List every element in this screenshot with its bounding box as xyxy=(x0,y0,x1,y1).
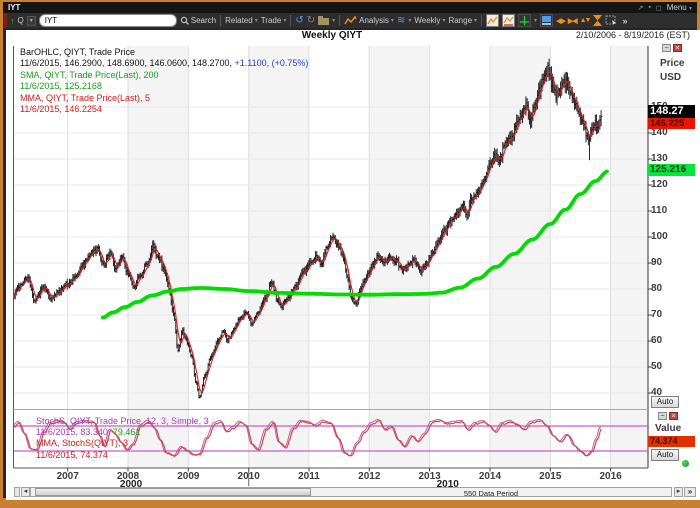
legend-text: 79.461 xyxy=(112,427,141,438)
legend-text: 11/6/2015, 125.2168 xyxy=(20,81,102,92)
sma-price-label: 125.216 xyxy=(648,164,695,176)
chart-date-range: 2/10/2006 - 8/19/2016 (EST) xyxy=(575,30,690,40)
year-label: 2011 xyxy=(298,471,320,482)
legend-line: 11/6/2015, 74.374 xyxy=(36,450,108,460)
price-tick-label: 90 xyxy=(651,257,663,268)
status-dot xyxy=(682,460,689,467)
year-label: 2012 xyxy=(358,471,381,482)
legend-line: 11/6/2015, 146.2254 xyxy=(20,104,102,114)
price-tick-label: 80 xyxy=(651,283,663,294)
stoch-axis-auto-button[interactable]: Auto xyxy=(651,449,679,461)
legend-line: MMA, StochS(QIYT), 3 xyxy=(36,438,128,448)
price-tick-label: 120 xyxy=(651,179,668,190)
legend-text: MMA, QIYT, Trade Price(Last), 5 xyxy=(20,92,151,103)
legend-text: 11/6/2015, 146.2900, 148.6900, 146.0600,… xyxy=(20,58,235,69)
year-label: 2015 xyxy=(539,471,562,482)
minimize-icon[interactable]: − xyxy=(658,412,667,420)
price-tick-label: 70 xyxy=(651,309,663,320)
price-axis-unit: USD xyxy=(660,72,682,83)
scrollbar-splitter[interactable] xyxy=(14,487,20,497)
year-label: 2010 xyxy=(237,471,260,482)
legend-line: 11/6/2015, 146.2900, 148.6900, 146.0600,… xyxy=(20,58,308,68)
price-axis-title: Price xyxy=(660,58,685,69)
legend-text: 11/6/2015, 83.340, xyxy=(36,427,113,438)
stoch-value-label: 74.374 xyxy=(648,436,695,447)
close-icon[interactable]: × xyxy=(673,44,682,52)
legend-text: BarOHLC, QIYT, Trade Price xyxy=(20,47,136,57)
legend-line: BarOHLC, QIYT, Trade Price xyxy=(20,47,135,57)
value-axis-title: Value xyxy=(655,423,682,434)
price-tick-label: 60 xyxy=(651,335,663,346)
price-tick-label: 100 xyxy=(651,231,668,242)
legend-line: SMA, QIYT, Trade Price(Last), 200 xyxy=(20,70,159,80)
legend-line: MMA, QIYT, Trade Price(Last), 5 xyxy=(20,93,150,103)
scrollbar-track[interactable]: 550 Data Period xyxy=(30,487,672,498)
scrollbar-label: 550 Data Period xyxy=(463,489,519,498)
scrollbar-thumb[interactable] xyxy=(35,488,311,496)
mma-price-label: 146.225 xyxy=(648,118,695,129)
year-label: 2007 xyxy=(56,471,79,482)
chart-title: Weekly QIYT xyxy=(301,30,363,41)
legend-text: +1.1100, (+0.75%) xyxy=(234,58,309,69)
terminal-window: IYT ↗ ▪ ◻ Menu ▾ ↑ Q ▾ Search Re xyxy=(0,0,700,508)
legend-text: 11/6/2015, 74.374 xyxy=(36,449,108,460)
legend-line: 11/6/2015, 125.2168 xyxy=(20,81,102,91)
price-tick-label: 130 xyxy=(651,153,668,164)
price-tick-label: 50 xyxy=(651,361,663,372)
legend-line: 11/6/2015, 83.340, 79.461 xyxy=(36,427,140,437)
scroll-right-icon[interactable]: ▸ xyxy=(674,487,683,497)
legend-text: StochS, QIYT, Trade Price, 12, 3, Simple… xyxy=(36,416,209,426)
minimize-icon[interactable]: − xyxy=(662,44,671,52)
last-price-label: 148.27 xyxy=(648,105,695,118)
year-label: 2009 xyxy=(177,471,200,482)
legend-line: StochS, QIYT, Trade Price, 12, 3, Simple… xyxy=(36,416,209,426)
legend-text: SMA, QIYT, Trade Price(Last), 200 xyxy=(20,69,159,80)
price-axis-auto-button[interactable]: Auto xyxy=(651,396,679,408)
legend-text: MMA, StochS(QIYT), 3 xyxy=(36,438,129,449)
year-label: 2016 xyxy=(599,471,622,482)
year-label: 2014 xyxy=(478,471,502,482)
close-icon[interactable]: × xyxy=(669,412,678,420)
legend-text: 11/6/2015, 146.2254 xyxy=(20,104,102,114)
scroll-left-icon[interactable]: ◂ xyxy=(21,487,30,497)
price-tick-label: 110 xyxy=(651,205,668,216)
scrollbar-overflow-chevron[interactable]: » xyxy=(684,487,696,497)
